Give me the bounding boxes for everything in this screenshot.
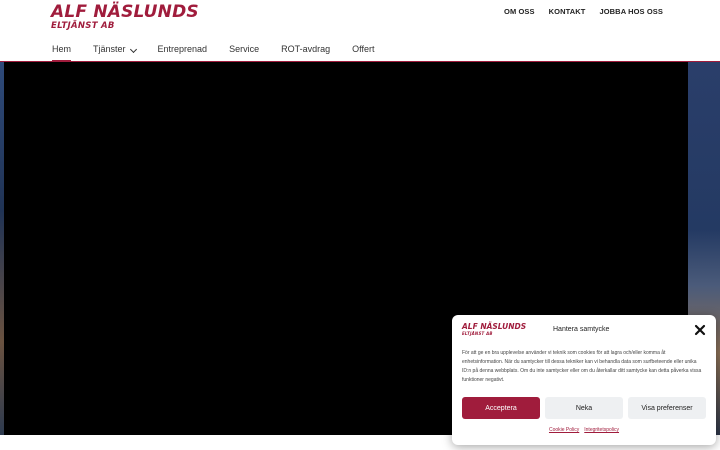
site-logo[interactable]: ALF NÄSLUNDS ELTJÄNST AB (51, 2, 199, 32)
nav-item-entreprenad[interactable]: Entreprenad (158, 44, 208, 62)
chevron-down-icon (129, 45, 137, 54)
nav-item-label: ROT-avdrag (281, 44, 331, 54)
top-link-jobba-hos-oss[interactable]: JOBBA HOS OSS (599, 7, 663, 16)
consent-logo-sub: ELTJÄNST AB (462, 331, 493, 336)
nav-item-label: Offert (352, 44, 375, 54)
cookie-policy-link[interactable]: Cookie Policy (549, 427, 579, 433)
consent-links: Cookie Policy Integritetspolicy (452, 427, 716, 433)
nav-item-rot-avdrag[interactable]: ROT-avdrag (281, 44, 330, 62)
logo-sub-text: ELTJÄNST AB (51, 21, 115, 31)
nav-item-label: Entreprenad (157, 44, 208, 54)
privacy-policy-link[interactable]: Integritetspolicy (584, 427, 619, 433)
cookie-consent-dialog: ALF NÄSLUNDS ELTJÄNST AB Hantera samtyck… (452, 315, 716, 445)
close-icon[interactable] (694, 324, 706, 336)
preferences-button[interactable]: Visa preferenser (628, 397, 706, 419)
nav-item-label: Tjänster (93, 44, 126, 54)
consent-description: För att ge en bra upplevelse använder vi… (462, 350, 702, 383)
nav-item-service[interactable]: Service (229, 44, 259, 62)
top-links: OM OSS KONTAKT JOBBA HOS OSS (504, 7, 663, 16)
nav-item-label: Service (229, 44, 260, 54)
nav-item-label: Hem (52, 44, 72, 54)
main-nav: Hem Tjänster Entreprenad Service ROT-avd… (52, 44, 396, 62)
top-link-om-oss[interactable]: OM OSS (504, 7, 535, 16)
consent-logo: ALF NÄSLUNDS ELTJÄNST AB (462, 322, 527, 337)
nav-item-tjanster[interactable]: Tjänster (93, 44, 137, 62)
nav-item-hem[interactable]: Hem (52, 44, 72, 62)
consent-logo-main: ALF NÄSLUNDS (462, 322, 527, 331)
deny-button[interactable]: Neka (545, 397, 623, 419)
accept-button[interactable]: Acceptera (462, 397, 540, 419)
top-link-kontakt[interactable]: KONTAKT (549, 7, 586, 16)
consent-title: Hantera samtycke (553, 326, 610, 333)
site-header: ALF NÄSLUNDS ELTJÄNST AB OM OSS KONTAKT … (0, 0, 720, 62)
logo-main-text: ALF NÄSLUNDS (51, 2, 199, 22)
nav-item-offert[interactable]: Offert (352, 44, 374, 62)
page: ALF NÄSLUNDS ELTJÄNST AB OM OSS KONTAKT … (0, 0, 720, 450)
